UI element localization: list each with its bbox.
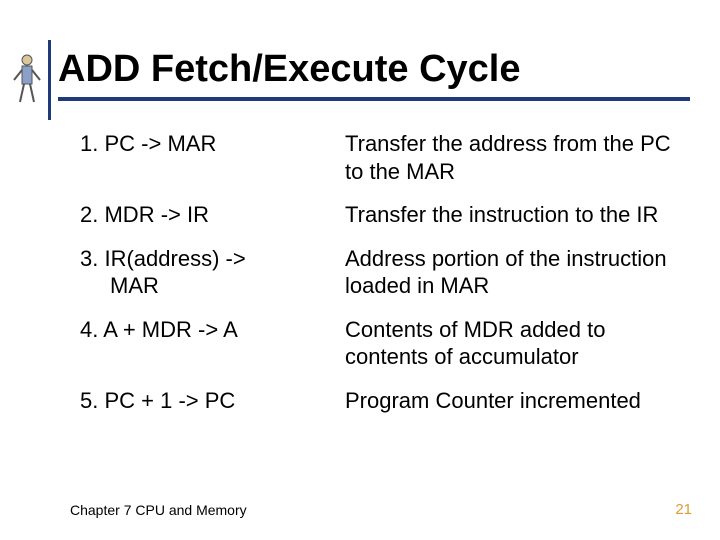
- table-row: 5. PC + 1 -> PC Program Counter incremen…: [80, 387, 680, 415]
- decorative-icon: [10, 50, 46, 115]
- table-row: 3. IR(address) ->MAR Address portion of …: [80, 245, 680, 300]
- table-row: 2. MDR -> IR Transfer the instruction to…: [80, 201, 680, 229]
- title-vertical-rule: [48, 40, 51, 120]
- step-cell: 5. PC + 1 -> PC: [80, 387, 345, 415]
- slide-title: ADD Fetch/Execute Cycle: [58, 48, 690, 91]
- desc-cell: Contents of MDR added to contents of acc…: [345, 316, 680, 371]
- title-bar: ADD Fetch/Execute Cycle: [58, 48, 690, 101]
- step-number: 3.: [80, 246, 98, 271]
- slide: ADD Fetch/Execute Cycle 1. PC -> MAR Tra…: [0, 0, 720, 540]
- step-cell: 4. A + MDR -> A: [80, 316, 345, 371]
- step-number: 1.: [80, 131, 98, 156]
- step-cell: 2. MDR -> IR: [80, 201, 345, 229]
- desc-cell: Transfer the address from the PC to the …: [345, 130, 680, 185]
- footer-page-number: 21: [675, 501, 692, 518]
- step-number: 4.: [80, 317, 98, 342]
- content-table: 1. PC -> MAR Transfer the address from t…: [80, 130, 680, 430]
- step-number: 2.: [80, 202, 98, 227]
- step-op: PC + 1 -> PC: [104, 388, 235, 413]
- desc-cell: Transfer the instruction to the IR: [345, 201, 680, 229]
- step-op: PC -> MAR: [104, 131, 216, 156]
- step-cell: 1. PC -> MAR: [80, 130, 345, 185]
- step-number: 5.: [80, 388, 98, 413]
- step-op: A + MDR -> A: [103, 317, 238, 342]
- desc-cell: Program Counter incremented: [345, 387, 680, 415]
- table-row: 1. PC -> MAR Transfer the address from t…: [80, 130, 680, 185]
- title-underline: [58, 97, 690, 101]
- step-cell: 3. IR(address) ->MAR: [80, 245, 345, 300]
- step-op: IR(address) ->MAR: [80, 246, 246, 299]
- footer-chapter: Chapter 7 CPU and Memory: [70, 502, 247, 518]
- desc-cell: Address portion of the instruction loade…: [345, 245, 680, 300]
- table-row: 4. A + MDR -> A Contents of MDR added to…: [80, 316, 680, 371]
- step-op: MDR -> IR: [104, 202, 209, 227]
